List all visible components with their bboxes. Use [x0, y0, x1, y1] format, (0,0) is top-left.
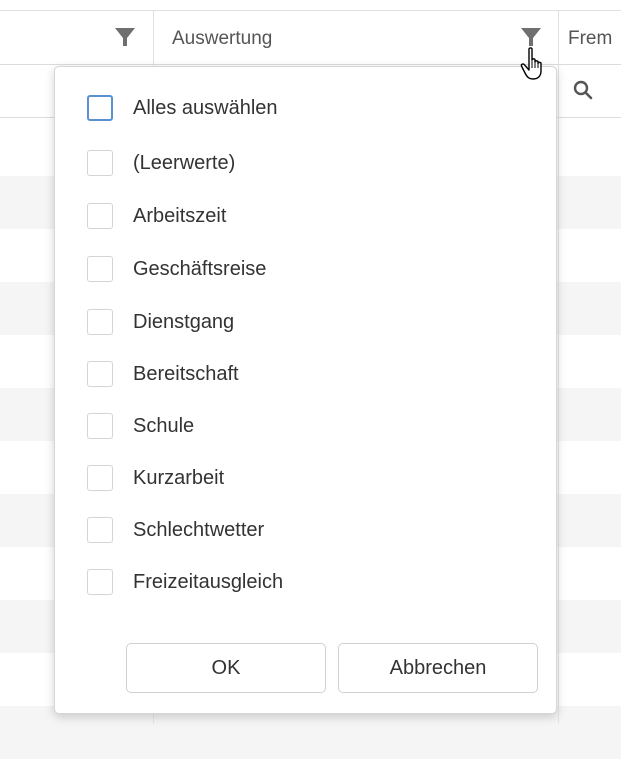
checkbox[interactable]	[87, 150, 113, 176]
filter-option-freizeitausgleich[interactable]: Freizeitausgleich	[87, 565, 283, 599]
option-label: Alles auswählen	[133, 96, 278, 119]
filter-option-bereitschaft[interactable]: Bereitschaft	[87, 357, 239, 391]
option-label: Schlechtwetter	[133, 518, 265, 541]
checkbox[interactable]	[87, 203, 113, 229]
column-header-frem[interactable]: Frem	[559, 11, 621, 64]
checkbox[interactable]	[87, 361, 113, 387]
option-label: Kurzarbeit	[133, 466, 225, 489]
checkbox[interactable]	[87, 256, 113, 282]
option-label: (Leerwerte)	[133, 151, 236, 174]
filter-dropdown: Alles auswählen (Leerwerte) Arbeitszeit …	[54, 66, 557, 714]
checkbox[interactable]	[87, 465, 113, 491]
filter-option-arbeitszeit[interactable]: Arbeitszeit	[87, 199, 226, 233]
search-icon[interactable]	[572, 79, 594, 101]
hand-cursor-icon	[520, 47, 542, 80]
option-label: Arbeitszeit	[133, 204, 227, 227]
filter-option-kurzarbeit[interactable]: Kurzarbeit	[87, 461, 224, 495]
column-header-label: Frem	[568, 28, 613, 49]
column-header-previous[interactable]	[0, 11, 153, 64]
option-label: Bereitschaft	[133, 362, 239, 385]
filter-option-schule[interactable]: Schule	[87, 409, 194, 443]
select-all-option[interactable]: Alles auswählen	[87, 91, 278, 125]
filter-option-dienstgang[interactable]: Dienstgang	[87, 305, 234, 339]
option-label: Freizeitausgleich	[133, 570, 284, 593]
filter-option-schlechtwetter[interactable]: Schlechtwetter	[87, 513, 264, 547]
filter-icon[interactable]	[113, 25, 137, 49]
checkbox[interactable]	[87, 517, 113, 543]
checkbox[interactable]	[87, 569, 113, 595]
checkbox[interactable]	[87, 413, 113, 439]
column-divider	[558, 65, 559, 724]
checkbox[interactable]	[87, 309, 113, 335]
filter-option-leerwerte[interactable]: (Leerwerte)	[87, 146, 235, 180]
column-header-auswertung[interactable]: Auswertung	[154, 11, 558, 64]
column-header-label: Auswertung	[172, 28, 273, 49]
ok-button[interactable]: OK	[126, 643, 326, 693]
option-label: Geschäftsreise	[133, 257, 267, 280]
cancel-button[interactable]: Abbrechen	[338, 643, 538, 693]
option-label: Schule	[133, 414, 195, 437]
option-label: Dienstgang	[133, 310, 235, 333]
checkbox[interactable]	[87, 95, 113, 121]
filter-option-geschaeftsreise[interactable]: Geschäftsreise	[87, 252, 266, 286]
